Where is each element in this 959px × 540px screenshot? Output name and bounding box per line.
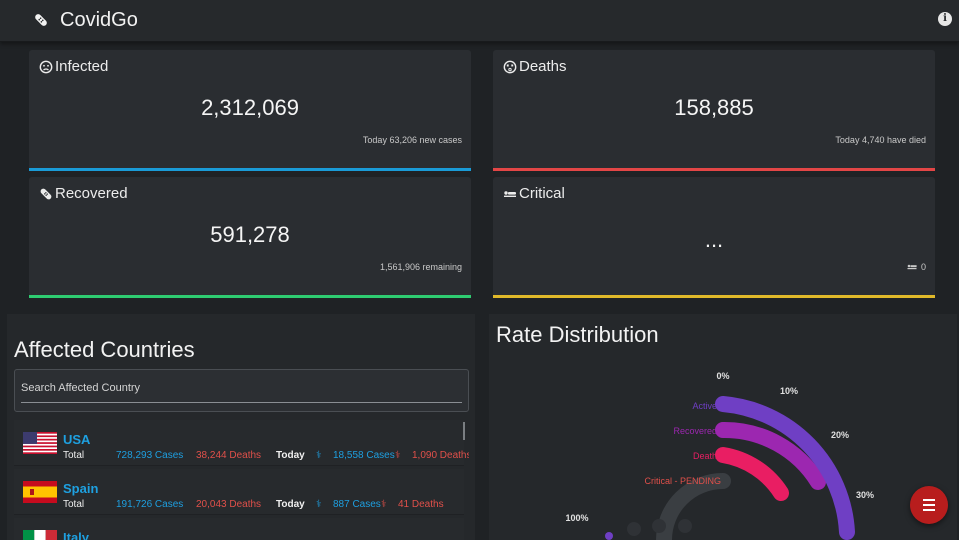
critical-card: Critical ... 0 [493, 177, 935, 298]
country-name: Spain [63, 481, 99, 496]
radial-bar-chart: Active Recovered Death Critical - PENDIN… [565, 371, 874, 540]
tick-label: 30% [856, 490, 874, 500]
deaths-value: 158,885 [674, 95, 754, 120]
search-box [14, 369, 469, 412]
procedures-icon [504, 190, 516, 197]
series-label-death: Death [693, 451, 717, 461]
recovered-label: Recovered [55, 185, 128, 202]
recovered-value: 591,278 [210, 222, 290, 247]
flag-italy-icon [23, 530, 57, 540]
bandage-icon [40, 188, 52, 199]
infected-accent-bar [29, 168, 471, 171]
death-arc-bar [715, 447, 789, 501]
procedures-icon: ⚕ [316, 499, 322, 510]
today-cases: 18,558 Cases [333, 450, 395, 461]
infected-label: Infected [55, 58, 109, 75]
total-label: Total [63, 499, 85, 510]
menu-fab-button[interactable] [910, 486, 948, 524]
tick-label: 0% [716, 371, 729, 381]
critical-accent-bar [493, 295, 935, 298]
deaths-card: Deaths 158,885 Today 4,740 have died [493, 50, 935, 171]
info-icon[interactable]: i [938, 12, 952, 26]
infected-value: 2,312,069 [201, 95, 299, 120]
country-list[interactable]: USA Total 728,293 Cases 38,244 Deaths To… [14, 420, 469, 540]
total-cases: 728,293 Cases [116, 450, 184, 461]
pending-dot [627, 522, 641, 536]
critical-sub-value: 0 [920, 262, 926, 272]
procedures-icon [907, 264, 917, 270]
critical-arc-bar [656, 473, 731, 540]
infected-card: Infected 2,312,069 Today 63,206 new case… [29, 50, 471, 171]
deaths-accent-bar [493, 168, 935, 171]
pending-dot [678, 519, 692, 533]
critical-value: ... [704, 227, 724, 252]
infected-title: Infected [39, 58, 108, 75]
sad-face-icon [39, 60, 53, 73]
flag-spain-icon [23, 481, 57, 503]
total-cases: 191,726 Cases [116, 499, 184, 510]
procedures-icon: ⚕ [395, 450, 401, 461]
deaths-title: Deaths [503, 58, 567, 75]
top-app-bar: CovidGo i [0, 0, 959, 42]
recovered-card: Recovered 591,278 1,561,906 remaining [29, 177, 471, 298]
series-label-active: Active [692, 401, 717, 411]
dizzy-face-icon [503, 60, 517, 73]
today-cases: 887 Cases [333, 499, 381, 510]
procedures-icon: ⚕ [316, 450, 322, 461]
today-deaths: 1,090 Deaths [412, 450, 469, 461]
search-underline [21, 402, 462, 403]
bandage-icon [35, 14, 47, 26]
tick-label: 10% [780, 386, 798, 396]
country-name: USA [63, 432, 91, 447]
procedures-icon: ⚕ [381, 499, 387, 510]
critical-title: Critical [503, 185, 565, 202]
infected-sub: Today 63,206 new cases [362, 135, 462, 145]
affected-countries-title: Affected Countries [14, 337, 195, 362]
series-label-critical: Critical - PENDING [644, 476, 721, 486]
total-deaths: 20,043 Deaths [196, 499, 262, 510]
today-label: Today [276, 450, 305, 461]
list-item[interactable]: USA Total 728,293 Cases 38,244 Deaths To… [14, 420, 469, 466]
recovered-accent-bar [29, 295, 471, 298]
tick-label: 100% [565, 513, 588, 523]
deaths-sub: Today 4,740 have died [835, 135, 926, 145]
list-scrollbar[interactable] [463, 422, 465, 440]
total-label: Total [63, 450, 85, 461]
list-item[interactable]: Spain Total 191,726 Cases 20,043 Deaths … [14, 469, 464, 515]
country-name: Italy [63, 530, 90, 540]
search-input[interactable] [21, 378, 461, 398]
app-title: CovidGo [60, 9, 138, 31]
tick-label: 20% [831, 430, 849, 440]
critical-label: Critical [519, 185, 565, 202]
today-label: Today [276, 499, 305, 510]
pending-dot [652, 519, 666, 533]
recovered-sub: 1,561,906 remaining [379, 262, 462, 272]
list-item[interactable]: Italy [14, 518, 464, 540]
today-deaths: 41 Deaths [398, 499, 444, 510]
series-label-recovered: Recovered [673, 426, 717, 436]
critical-sub: 0 [907, 262, 926, 272]
flag-usa-icon [23, 432, 57, 454]
recovered-title: Recovered [39, 185, 128, 202]
deaths-label: Deaths [519, 58, 567, 75]
total-deaths: 38,244 Deaths [196, 450, 262, 461]
pending-dot [605, 532, 613, 540]
